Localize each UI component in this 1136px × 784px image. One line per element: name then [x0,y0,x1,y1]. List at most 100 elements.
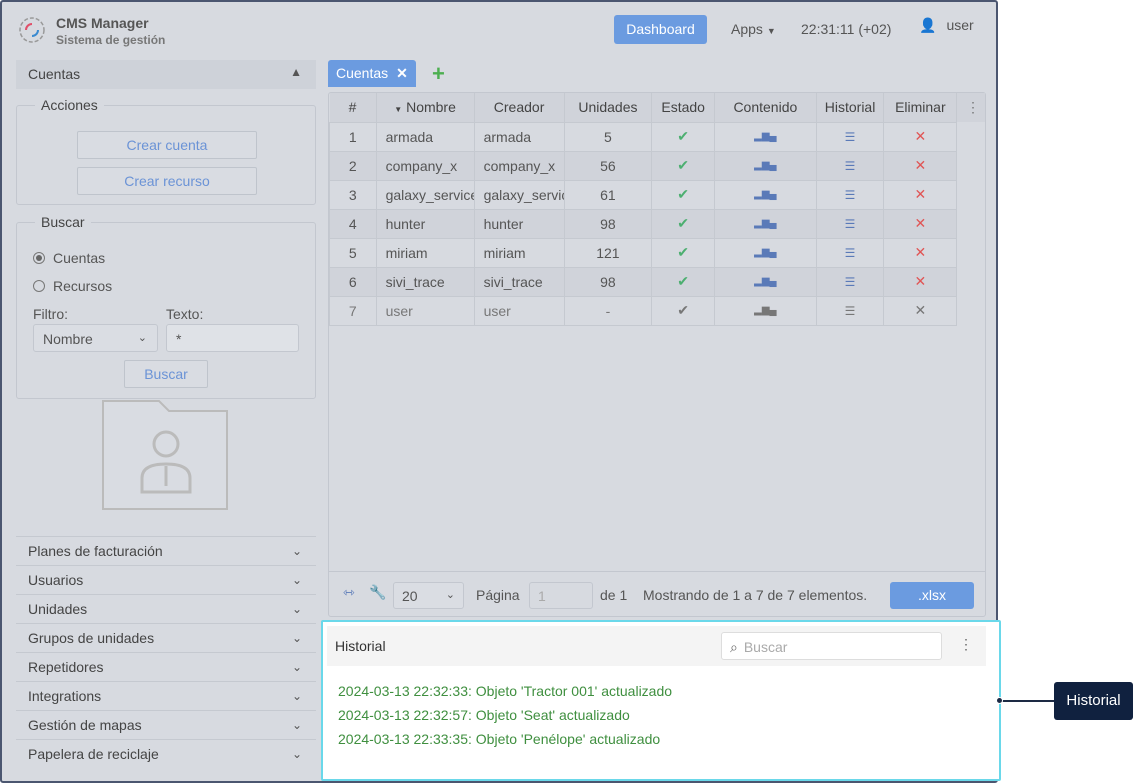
texto-input[interactable]: * [166,324,299,352]
column-menu-icon[interactable]: ⋮ [966,99,980,116]
historial-menu-icon[interactable]: ⋮ [959,636,973,653]
chevron-down-icon: ⌄ [291,602,302,616]
sidebar-item-label: Integrations [28,688,102,704]
chevron-down-icon: ⌄ [291,544,302,558]
cell-nombre[interactable]: armada [375,121,475,152]
acciones-legend: Acciones [41,97,98,113]
content-chart-icon[interactable]: ▂▆▄ [714,237,817,268]
cell-unidades: 56 [563,150,653,181]
column-header[interactable]: # [329,93,377,122]
cell-creador: miriam [473,237,565,268]
sidebar-item-label: Gestión de mapas [28,717,142,733]
history-list-icon[interactable]: ☰ [815,179,885,210]
content-chart-icon[interactable]: ▂▆▄ [714,150,817,181]
cell-creador: user [473,295,565,326]
sidebar-item[interactable]: Integrations ⌄ [16,681,316,710]
chevron-up-icon: ▲ [290,65,302,79]
table-row[interactable]: 4 hunter hunter 98 ✔ ▂▆▄ ☰ ✕ [329,208,985,239]
caret-down-icon: ▼ [766,26,776,36]
sidebar-item-label: Unidades [28,601,88,617]
cell-unidades: - [563,295,653,326]
delete-icon[interactable]: ✕ [883,150,958,181]
cell-nombre[interactable]: company_x [375,150,475,181]
radio-recursos[interactable]: Recursos [33,278,112,294]
cell-nombre[interactable]: galaxy_service [375,179,475,210]
cell-creador: sivi_trace [473,266,565,297]
crear-recurso-button[interactable]: Crear recurso [77,167,257,195]
filtro-select[interactable]: Nombre ⌄ [33,324,158,352]
apps-menu[interactable]: Apps ▼ [731,21,776,37]
column-header[interactable]: Creador [474,93,565,122]
callout-connector [1000,700,1054,702]
filtro-label: Filtro: [33,306,68,322]
callout-dot [996,697,1003,704]
history-list-icon[interactable]: ☰ [815,266,885,297]
sidebar-item[interactable]: Unidades ⌄ [16,594,316,623]
cell-nombre[interactable]: hunter [375,208,475,239]
history-list-icon[interactable]: ☰ [815,121,885,152]
sidebar-item[interactable]: Papelera de reciclaje ⌄ [16,739,316,768]
search-icon: ⌕ [730,639,738,655]
page-size-select[interactable]: 20 ⌄ [393,582,464,609]
column-header[interactable]: Contenido [714,93,817,122]
column-header[interactable]: ▼ Nombre [376,93,475,122]
table-row[interactable]: 1 armada armada 5 ✔ ▂▆▄ ☰ ✕ [329,121,985,152]
sidebar-item[interactable]: Repetidores ⌄ [16,652,316,681]
export-xlsx-button[interactable]: .xlsx [890,582,974,609]
delete-icon[interactable]: ✕ [883,179,958,210]
table-row[interactable]: 7 user user - ✔ ▂▆▄ ☰ ✕ [329,295,985,326]
cell-index: 2 [329,150,377,181]
sidebar-item[interactable]: Usuarios ⌄ [16,565,316,594]
wrench-icon[interactable]: 🔧 [369,584,386,601]
history-list-icon[interactable]: ☰ [815,295,885,326]
column-header[interactable]: Historial [816,93,885,122]
column-header[interactable]: Eliminar [883,93,958,122]
cell-nombre[interactable]: sivi_trace [375,266,475,297]
radio-cuentas[interactable]: Cuentas [33,250,105,266]
history-list-icon[interactable]: ☰ [815,237,885,268]
sidebar-item-label: Usuarios [28,572,84,588]
sidebar-item-label: Grupos de unidades [28,630,155,646]
accordion-cuentas[interactable]: Cuentas ▲ [16,60,316,89]
content-chart-icon[interactable]: ▂▆▄ [714,295,817,326]
content-chart-icon[interactable]: ▂▆▄ [714,266,817,297]
tab-cuentas[interactable]: Cuentas ✕ [328,60,416,87]
column-header[interactable]: Estado [651,93,716,122]
table-row[interactable]: 3 galaxy_service galaxy_service 61 ✔ ▂▆▄… [329,179,985,210]
buscar-button[interactable]: Buscar [124,360,208,388]
texto-label: Texto: [166,306,204,322]
delete-icon[interactable]: ✕ [883,237,958,268]
table-row[interactable]: 2 company_x company_x 56 ✔ ▂▆▄ ☰ ✕ [329,150,985,181]
dashboard-button[interactable]: Dashboard [614,15,707,44]
delete-icon[interactable]: ✕ [883,266,958,297]
pagina-label: Página [476,587,520,603]
add-tab-icon[interactable]: + [432,61,445,87]
history-list-icon[interactable]: ☰ [815,150,885,181]
delete-icon[interactable]: ✕ [883,295,958,326]
historial-title: Historial [335,638,386,654]
cell-index: 1 [329,121,377,152]
table-row[interactable]: 6 sivi_trace sivi_trace 98 ✔ ▂▆▄ ☰ ✕ [329,266,985,297]
sidebar-item[interactable]: Grupos de unidades ⌄ [16,623,316,652]
close-icon[interactable]: ✕ [396,65,408,81]
content-chart-icon[interactable]: ▂▆▄ [714,208,817,239]
chevron-down-icon: ⌄ [291,660,302,674]
column-header[interactable]: Unidades [564,93,653,122]
page-input[interactable]: 1 [529,582,593,609]
sidebar-item[interactable]: Gestión de mapas ⌄ [16,710,316,739]
table-row[interactable]: 5 miriam miriam 121 ✔ ▂▆▄ ☰ ✕ [329,237,985,268]
sidebar-item[interactable]: Planes de facturación ⌄ [16,536,316,565]
autosize-icon[interactable]: ⇿ [343,584,355,601]
history-list-icon[interactable]: ☰ [815,208,885,239]
cell-nombre[interactable]: miriam [375,237,475,268]
content-chart-icon[interactable]: ▂▆▄ [714,121,817,152]
cell-nombre[interactable]: user [375,295,475,326]
content-chart-icon[interactable]: ▂▆▄ [714,179,817,210]
user-menu[interactable]: 👤 user [919,17,974,34]
delete-icon[interactable]: ✕ [883,121,958,152]
delete-icon[interactable]: ✕ [883,208,958,239]
table-footer: ⇿ 🔧 20 ⌄ Página 1 de 1 Mostrando de 1 a 7… [329,571,985,616]
crear-cuenta-button[interactable]: Crear cuenta [77,131,257,159]
historial-search-input[interactable]: ⌕ Buscar [721,632,942,660]
status-check-icon: ✔ [651,121,716,152]
